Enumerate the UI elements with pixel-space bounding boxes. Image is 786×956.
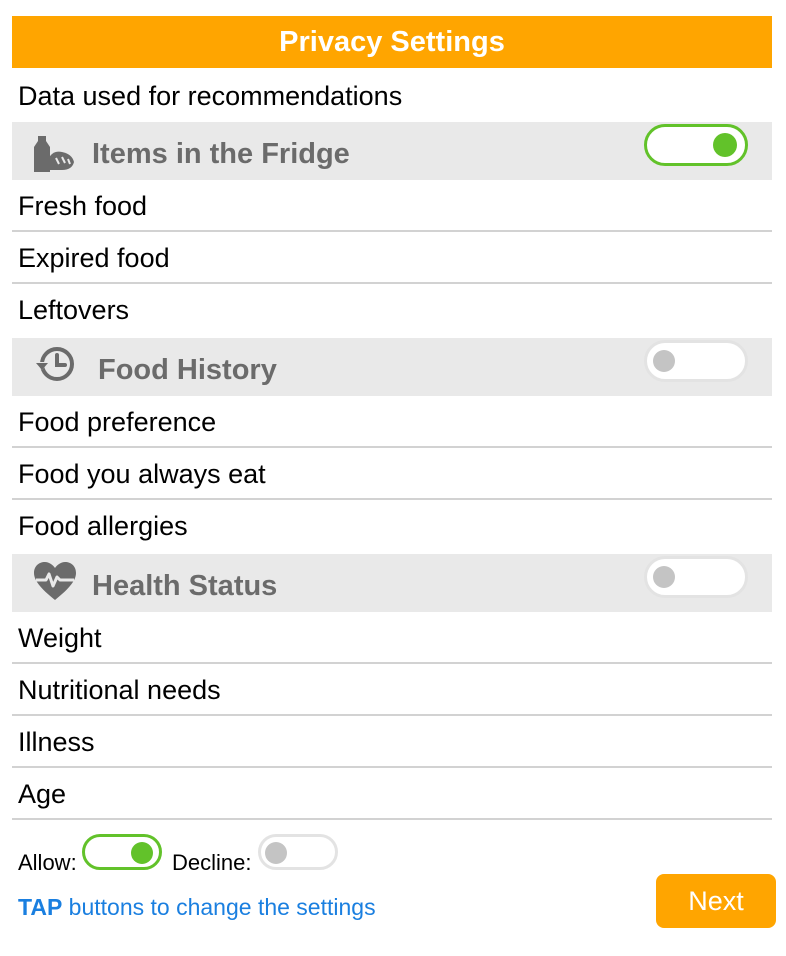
toggle-knob — [131, 842, 153, 864]
list-item: Expired food — [12, 232, 772, 284]
page-title: Privacy Settings — [279, 25, 505, 58]
allow-legend-toggle — [82, 834, 162, 870]
fridge-food-icon — [32, 130, 78, 176]
list-item: Food you always eat — [12, 448, 772, 500]
toggle-knob — [653, 350, 675, 372]
intro-text: Data used for recommendations — [18, 81, 403, 111]
section-label: Health Status — [92, 570, 278, 602]
section-food-history: Food History — [12, 338, 772, 396]
toggle-knob — [653, 566, 675, 588]
health-status-toggle[interactable] — [644, 556, 748, 598]
list-item-label: Expired food — [18, 243, 170, 273]
list-item-label: Age — [18, 779, 67, 809]
section-label: Items in the Fridge — [92, 138, 350, 170]
toggle-knob — [713, 133, 737, 157]
list-item-label: Food allergies — [18, 511, 188, 541]
section-items-in-fridge: Items in the Fridge — [12, 122, 772, 180]
list-item-label: Leftovers — [18, 295, 130, 325]
list-item: Food allergies — [12, 500, 772, 552]
next-button[interactable]: Next — [656, 874, 776, 928]
decline-legend-toggle — [258, 834, 338, 870]
list-item: Food preference — [12, 396, 772, 448]
list-item-label: Food you always eat — [18, 459, 266, 489]
toggle-knob — [265, 842, 287, 864]
items-in-fridge-toggle[interactable] — [644, 124, 748, 166]
page-header: Privacy Settings — [12, 16, 772, 68]
list-item: Leftovers — [12, 284, 772, 336]
history-clock-icon — [32, 344, 78, 390]
list-item-label: Fresh food — [18, 191, 148, 221]
list-item: Nutritional needs — [12, 664, 772, 716]
list-item: Age — [12, 768, 772, 820]
heart-pulse-icon — [32, 560, 78, 606]
hint-body: buttons to change the settings — [62, 894, 376, 920]
decline-legend-label: Decline: — [172, 850, 252, 875]
hint-text: TAP buttons to change the settings — [18, 894, 376, 921]
list-item: Weight — [12, 612, 772, 664]
food-history-toggle[interactable] — [644, 340, 748, 382]
hint-emphasis: TAP — [18, 894, 63, 920]
allow-legend-label: Allow: — [18, 850, 77, 875]
section-label: Food History — [98, 354, 277, 386]
list-item: Fresh food — [12, 180, 772, 232]
section-health-status: Health Status — [12, 554, 772, 612]
list-item: Illness — [12, 716, 772, 768]
list-item-label: Weight — [18, 623, 102, 653]
list-item-label: Nutritional needs — [18, 675, 221, 705]
list-item-label: Food preference — [18, 407, 217, 437]
list-item-label: Illness — [18, 727, 95, 757]
